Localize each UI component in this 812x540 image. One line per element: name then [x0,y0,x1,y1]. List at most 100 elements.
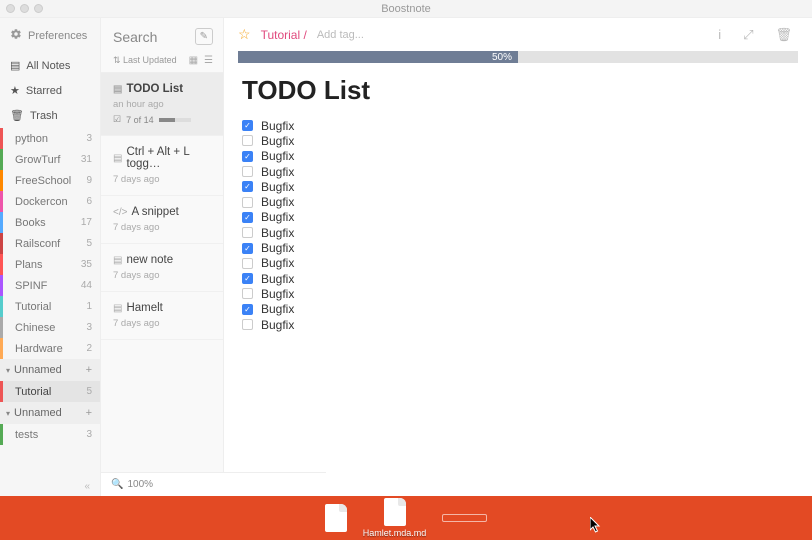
chevron-down-icon: ▾ [6,409,10,418]
search-input[interactable]: Search [113,29,157,45]
note-list-item[interactable]: ▤new note 7 days ago [101,244,223,292]
add-folder-icon[interactable]: + [86,407,92,419]
zoom-indicator[interactable]: 🔍 100% [101,472,326,496]
folder-item[interactable]: GrowTurf31 [0,149,100,170]
code-icon: </> [113,207,127,218]
checklist-item[interactable]: ✓ Bugfix [242,240,794,255]
folder-item[interactable]: Railsconf5 [0,233,100,254]
add-folder-icon[interactable]: + [86,364,92,376]
trash-nav[interactable]: 🗑 Trash [0,103,100,128]
note-progress: ☑ 7 of 14 [113,114,213,125]
checklist-label: Bugfix [261,256,294,270]
checklist-item[interactable]: ✓ Bugfix [242,302,794,317]
file-icon [384,498,406,526]
checkbox[interactable] [242,197,253,208]
grid-view-icon[interactable]: ▦ [189,55,198,66]
checklist-item[interactable]: Bugfix [242,133,794,148]
checklist-item[interactable]: ✓ Bugfix [242,118,794,133]
checklist-label: Bugfix [261,287,294,301]
delete-button[interactable]: 🗑 [769,27,798,43]
folder-item[interactable]: tests3 [0,424,100,445]
checkbox[interactable] [242,166,253,177]
folder-item[interactable]: Hardware2 [0,338,100,359]
checklist-item[interactable]: Bugfix [242,194,794,209]
task-progress-bar: 50% [238,51,798,63]
note-list-item[interactable]: ▤Ctrl + Alt + L togg… 7 days ago [101,136,223,196]
checklist-label: Bugfix [261,318,294,332]
folder-item[interactable]: Books17 [0,212,100,233]
checklist-item[interactable]: Bugfix [242,317,794,332]
folder-list: python3 GrowTurf31 FreeSchool9 Dockercon… [0,128,100,477]
folder-item[interactable]: Plans35 [0,254,100,275]
gear-icon [10,28,22,43]
fullscreen-button[interactable]: ⤢ [737,27,759,43]
checkbox[interactable] [242,288,253,299]
folder-item[interactable]: Tutorial1 [0,296,100,317]
all-notes-label: All Notes [26,60,70,72]
checkbox[interactable] [242,227,253,238]
checkbox[interactable]: ✓ [242,181,253,192]
starred-label: Starred [26,85,62,97]
breadcrumb[interactable]: Tutorial / [261,28,307,42]
new-note-icon[interactable]: ✎ [195,28,213,45]
checkbox[interactable] [242,258,253,269]
checkbox[interactable]: ✓ [242,212,253,223]
checklist-icon: ☑ [113,114,121,125]
folder-item[interactable]: python3 [0,128,100,149]
checklist-label: Bugfix [261,302,294,316]
checklist-label: Bugfix [261,180,294,194]
preferences-button[interactable]: Preferences [0,18,100,53]
dock-file[interactable]: Hamlet.mda.md [363,498,427,538]
storage-header[interactable]: ▾Unnamed + [0,402,100,424]
note-list-item[interactable]: ▤Hamelt 7 days ago [101,292,223,340]
checklist-item[interactable]: Bugfix [242,225,794,240]
star-toggle[interactable]: ☆ [238,26,251,43]
checklist-label: Bugfix [261,195,294,209]
folder-item[interactable]: FreeSchool9 [0,170,100,191]
checkbox[interactable]: ✓ [242,151,253,162]
checkbox[interactable]: ✓ [242,243,253,254]
checklist-label: Bugfix [261,210,294,224]
folder-item[interactable]: SPINF44 [0,275,100,296]
info-button[interactable]: i [712,27,727,42]
sort-button[interactable]: ⇅ Last Updated [113,55,177,66]
dock: Hamlet.mda.md [0,496,812,540]
dock-file[interactable] [325,504,347,532]
checklist-item[interactable]: ✓ Bugfix [242,179,794,194]
markdown-icon: ▤ [113,153,122,164]
folder-item[interactable]: Dockercon6 [0,191,100,212]
collapse-sidebar-button[interactable]: « [0,477,100,496]
markdown-icon: ▤ [113,303,122,314]
checklist-item[interactable]: Bugfix [242,286,794,301]
checkbox[interactable]: ✓ [242,120,253,131]
checklist-item[interactable]: ✓ Bugfix [242,210,794,225]
checklist-item[interactable]: Bugfix [242,256,794,271]
editor-body[interactable]: TODO List ✓BugfixBugfix✓BugfixBugfix✓Bug… [224,75,812,332]
folder-item[interactable]: Chinese3 [0,317,100,338]
preferences-label: Preferences [28,30,87,42]
checklist-item[interactable]: ✓Bugfix [242,149,794,164]
checklist-label: Bugfix [261,119,294,133]
list-view-icon[interactable]: ☰ [204,55,213,66]
checkbox[interactable]: ✓ [242,273,253,284]
chevron-down-icon: ▾ [6,366,10,375]
app-title: Boostnote [0,3,812,15]
star-icon: ★ [10,84,20,97]
checklist-item[interactable]: ✓Bugfix [242,271,794,286]
checkbox[interactable]: ✓ [242,304,253,315]
trash-icon: 🗑 [10,109,24,122]
checkbox[interactable] [242,319,253,330]
note-title: TODO List [242,75,794,106]
all-notes-nav[interactable]: ▤ All Notes [0,53,100,78]
starred-nav[interactable]: ★ Starred [0,78,100,103]
add-tag-input[interactable]: Add tag... [317,29,364,41]
note-list-item[interactable]: ▤TODO List an hour ago ☑ 7 of 14 [101,73,223,136]
folder-item[interactable]: Tutorial5 [0,381,100,402]
checklist-item[interactable]: Bugfix [242,164,794,179]
note-list-item[interactable]: </>A snippet 7 days ago [101,196,223,244]
checkbox[interactable] [242,135,253,146]
checklist-label: Bugfix [261,134,294,148]
dock-slot[interactable] [442,514,487,522]
storage-header[interactable]: ▾Unnamed + [0,359,100,381]
checklist-label: Bugfix [261,241,294,255]
